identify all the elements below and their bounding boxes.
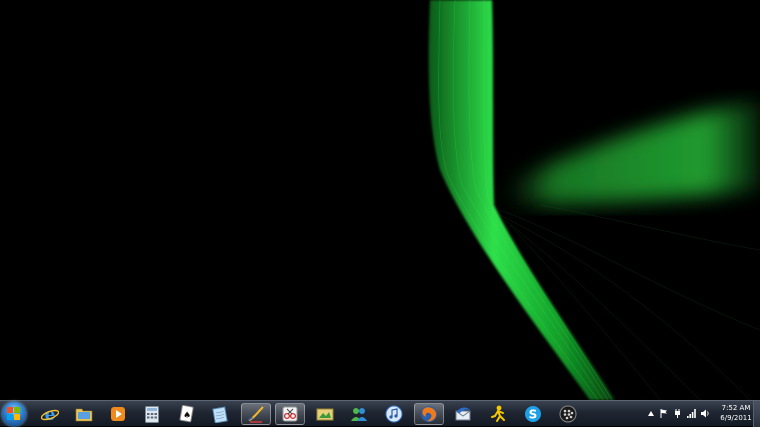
taskbar-solitaire[interactable]: ♠ [171,403,201,425]
taskbar-thunderbird[interactable] [448,403,478,425]
folder-icon [75,408,93,422]
scissors-icon [282,406,298,422]
action-center-flag-icon[interactable] [660,409,668,418]
paint-brush-icon [248,406,264,423]
taskbar-notepad[interactable] [205,403,235,425]
messenger-people-icon [351,408,367,421]
internet-explorer-icon: e [41,405,59,423]
taskbar-snipping-tool[interactable] [275,403,305,425]
network-signal-icon[interactable] [687,409,696,418]
clock-time: 7:52 AM [721,404,751,412]
svg-text:e: e [45,405,56,423]
clock[interactable]: 7:52 AM 6/9/2011 [714,403,758,423]
desktop-wallpaper [0,0,760,400]
svg-text:S: S [529,408,538,422]
taskbar-yahoo-messenger[interactable] [483,403,513,425]
taskbar-photo-gallery[interactable] [310,403,340,425]
windows-logo-icon [7,407,20,420]
system-tray: 7:52 AM 6/9/2011 [644,401,760,427]
show-desktop-button[interactable] [753,401,760,427]
taskbar-file-explorer[interactable] [69,403,99,425]
calculator-icon [145,405,159,423]
volume-speaker-icon[interactable] [701,409,710,418]
taskbar-blackberry[interactable] [553,403,583,425]
notepad-icon [212,405,228,423]
taskbar-firefox[interactable] [414,403,444,425]
start-button[interactable] [2,402,26,426]
taskbar-skype[interactable]: S [518,403,548,425]
green-wave-graphic [0,0,760,400]
taskbar-messenger[interactable] [344,403,374,425]
power-plug-icon[interactable] [674,409,681,418]
taskbar: e ♠ S 7:52 AM 6/9/2011 [0,400,760,427]
taskbar-internet-explorer[interactable]: e [35,403,65,425]
svg-text:♠: ♠ [183,411,191,421]
firefox-icon [421,406,437,422]
clock-date: 6/9/2011 [720,414,752,422]
media-player-icon [111,407,125,421]
show-hidden-icons-icon[interactable] [648,411,654,416]
taskbar-calculator[interactable] [137,403,167,425]
skype-icon: S [525,406,541,422]
mail-bird-icon [455,407,471,421]
card-game-icon: ♠ [179,405,194,423]
taskbar-itunes[interactable] [379,403,409,425]
blackberry-icon [559,405,577,423]
running-man-icon [491,405,505,422]
photo-gallery-icon [316,408,334,421]
music-note-icon [385,405,403,423]
taskbar-media-player[interactable] [103,403,133,425]
taskbar-paint-app[interactable] [241,403,271,425]
